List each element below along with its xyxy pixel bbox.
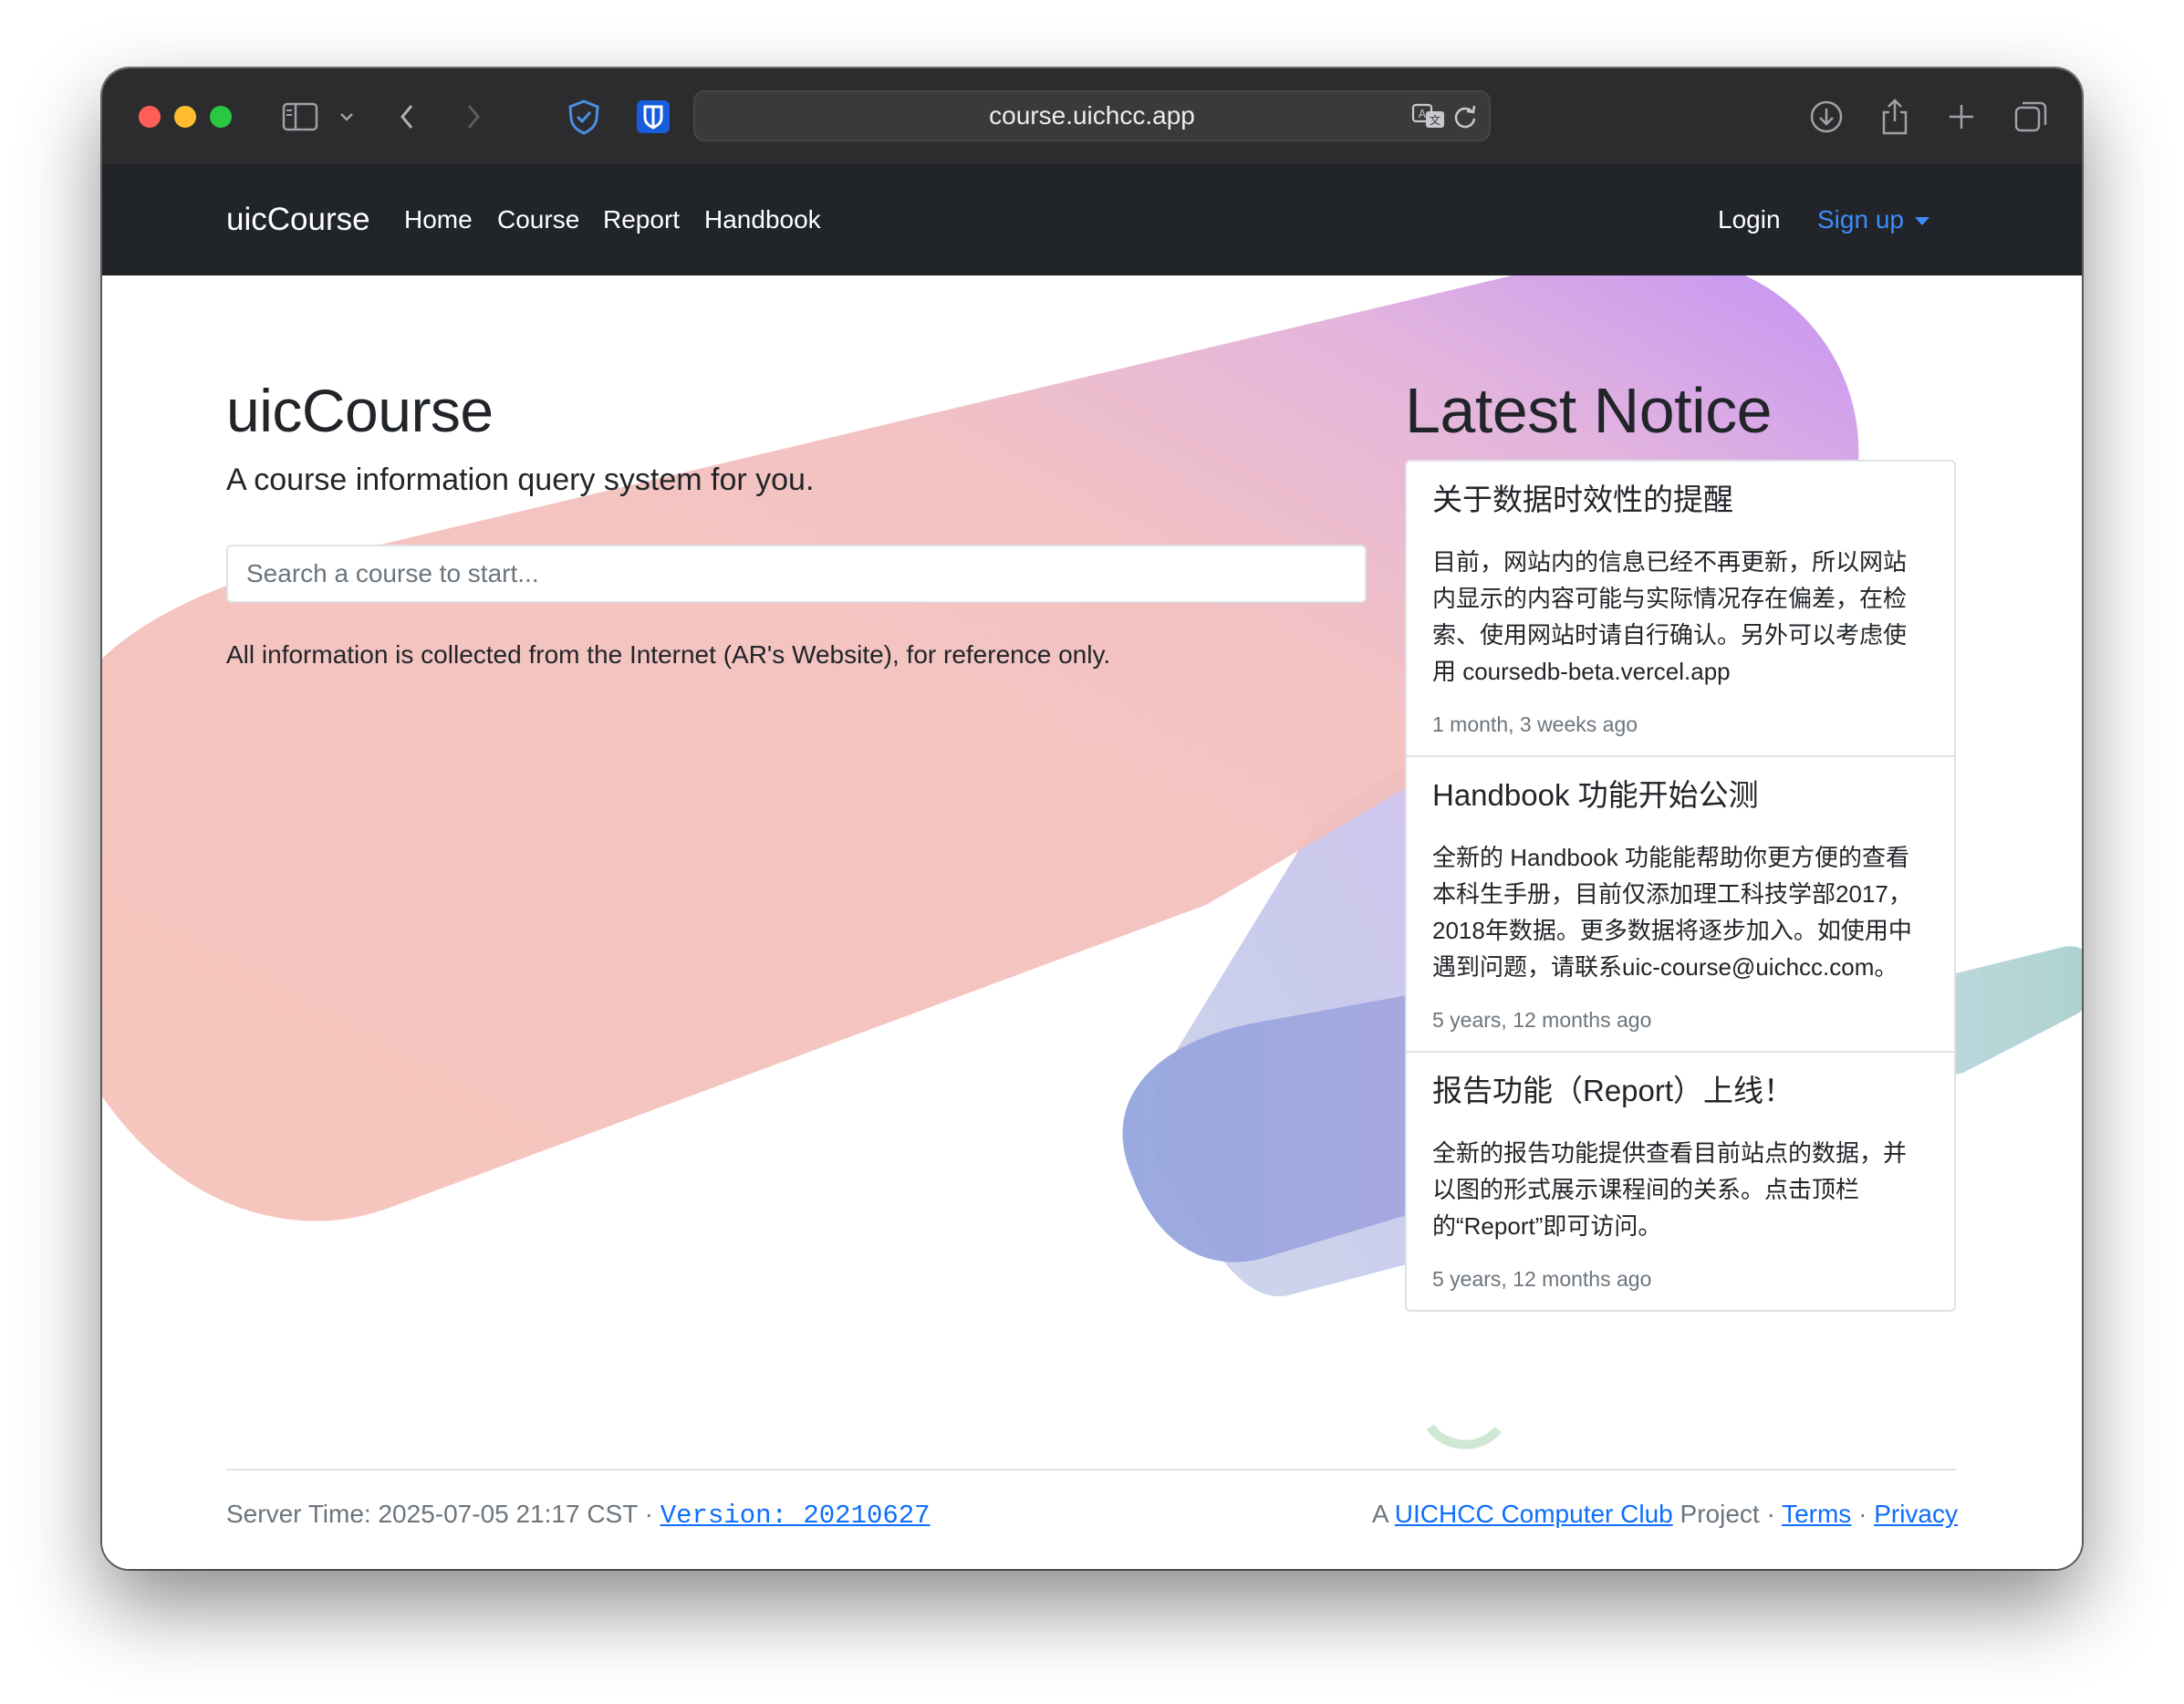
- minimize-window-button[interactable]: [174, 106, 196, 128]
- downloads-icon[interactable]: [1808, 96, 1845, 138]
- site-navbar: uicCourse Home Course Report Handbook Lo…: [102, 164, 2082, 275]
- main-content: uicCourse A course information query sys…: [102, 275, 2082, 1569]
- privacy-link[interactable]: Privacy: [1874, 1500, 1958, 1528]
- hero-title: uicCourse: [226, 377, 494, 444]
- login-link[interactable]: Login: [1718, 164, 1781, 275]
- notice-time: 5 years, 12 months ago: [1432, 1267, 1652, 1291]
- club-link[interactable]: UICHCC Computer Club: [1395, 1500, 1673, 1528]
- translate-icon[interactable]: A文: [1411, 95, 1448, 137]
- nav-link-home[interactable]: Home: [404, 164, 473, 275]
- sidebar-toggle-icon[interactable]: [280, 96, 320, 138]
- back-icon[interactable]: [396, 96, 418, 138]
- hero-subtitle: A course information query system for yo…: [226, 462, 815, 497]
- disclaimer-text: All information is collected from the In…: [226, 640, 1111, 669]
- footer-right: A UICHCC Computer Club Project · Terms ·…: [1372, 1500, 1958, 1529]
- server-time: Server Time: 2025-07-05 21:17 CST: [226, 1500, 638, 1528]
- footer-separator: ·: [1858, 1500, 1867, 1528]
- address-bar[interactable]: course.uichcc.app A文: [693, 90, 1491, 141]
- forward-icon[interactable]: [463, 96, 484, 138]
- url-text: course.uichcc.app: [989, 101, 1195, 130]
- signup-label: Sign up: [1817, 205, 1904, 234]
- new-tab-icon[interactable]: [1945, 96, 1978, 138]
- project-suffix: Project: [1680, 1500, 1760, 1528]
- notice-title: Handbook 功能开始公测: [1432, 778, 1759, 812]
- notice-list: 关于数据时效性的提醒 目前，网站内的信息已经不再更新，所以网站内显示的内容可能与…: [1405, 460, 1956, 1312]
- notice-time: 5 years, 12 months ago: [1432, 1008, 1652, 1032]
- notice-body: 目前，网站内的信息已经不再更新，所以网站内显示的内容可能与实际情况存在偏差，在检…: [1432, 548, 1908, 685]
- privacy-shield-icon[interactable]: [566, 96, 602, 138]
- caret-down-icon: [1914, 217, 1929, 226]
- notice-card[interactable]: Handbook 功能开始公测 全新的 Handbook 功能能帮助你更方便的查…: [1407, 757, 1954, 1053]
- footer-left: Server Time: 2025-07-05 21:17 CST · Vers…: [226, 1500, 931, 1531]
- notice-time: 1 month, 3 weeks ago: [1432, 712, 1638, 736]
- tab-overview-icon[interactable]: [2012, 96, 2049, 138]
- bitwarden-icon[interactable]: [635, 96, 671, 138]
- notice-title: 报告功能（Report）上线！: [1432, 1074, 1794, 1107]
- brand-link[interactable]: uicCourse: [226, 164, 370, 275]
- course-search-input[interactable]: [226, 545, 1367, 603]
- chevron-down-icon[interactable]: [338, 96, 356, 138]
- browser-window: course.uichcc.app A文 uicCourse Home Cour…: [102, 68, 2082, 1569]
- notice-body: 全新的报告功能提供查看目前站点的数据，并以图的形式展示课程间的关系。点击顶栏的“…: [1432, 1139, 1908, 1240]
- version-link[interactable]: Version: 20210627: [660, 1501, 931, 1531]
- close-window-button[interactable]: [139, 106, 161, 128]
- browser-toolbar: course.uichcc.app A文: [102, 68, 2082, 166]
- nav-link-course[interactable]: Course: [497, 164, 579, 275]
- project-prefix: A: [1371, 1500, 1388, 1528]
- nav-link-handbook[interactable]: Handbook: [704, 164, 821, 275]
- reload-icon[interactable]: [1451, 95, 1479, 137]
- notice-heading: Latest Notice: [1405, 375, 1773, 446]
- share-icon[interactable]: [1877, 96, 1913, 138]
- svg-text:文: 文: [1430, 113, 1440, 127]
- nav-link-report[interactable]: Report: [603, 164, 680, 275]
- terms-link[interactable]: Terms: [1782, 1500, 1851, 1528]
- notice-title: 关于数据时效性的提醒: [1432, 483, 1733, 516]
- svg-text:A: A: [1419, 108, 1427, 120]
- notice-body: 全新的 Handbook 功能能帮助你更方便的查看本科生手册，目前仅添加理工科技…: [1432, 844, 1912, 981]
- notice-card[interactable]: 关于数据时效性的提醒 目前，网站内的信息已经不再更新，所以网站内显示的内容可能与…: [1407, 462, 1954, 757]
- footer-divider: [226, 1469, 1956, 1470]
- zoom-window-button[interactable]: [210, 106, 232, 128]
- notice-card[interactable]: 报告功能（Report）上线！ 全新的报告功能提供查看目前站点的数据，并以图的形…: [1407, 1053, 1954, 1310]
- footer-separator: ·: [1766, 1500, 1775, 1528]
- footer-separator: ·: [644, 1500, 653, 1528]
- signup-dropdown[interactable]: Sign up: [1817, 164, 1929, 275]
